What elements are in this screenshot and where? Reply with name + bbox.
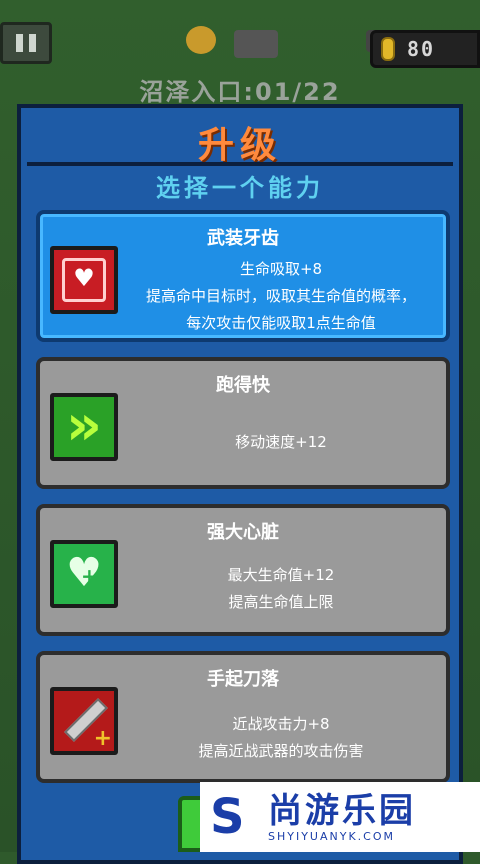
pause-icon <box>16 34 23 52</box>
panel-title: 升级 <box>197 125 282 166</box>
ability-stat: 近战攻击力+8 <box>232 715 330 733</box>
watermark: S 尚游乐园 SHYIYUANYK.COM <box>200 782 480 852</box>
ability-card-armed-fangs[interactable]: 武装牙齿 生命吸取+8 提高命中目标时，吸取其生命值的概率， 每次攻击仅能吸取1… <box>36 210 450 342</box>
fang-heart-icon <box>50 246 118 314</box>
ability-description: 生命吸取+8 提高命中目标时，吸取其生命值的概率， 每次攻击仅能吸取1点生命值 <box>120 256 442 337</box>
ability-detail: 提高生命值上限 <box>228 593 334 611</box>
ability-stat: 生命吸取+8 <box>239 260 323 278</box>
watermark-url: SHYIYUANYK.COM <box>268 829 395 843</box>
speed-arrow-icon <box>50 393 118 461</box>
ability-description: 最大生命值+12 提高生命值上限 <box>120 562 442 616</box>
title-divider <box>27 162 453 166</box>
pause-icon-bar <box>29 34 36 52</box>
watermark-logo: S <box>210 789 245 845</box>
ability-stat: 移动速度+12 <box>235 433 327 451</box>
heart-plus-icon: + <box>50 540 118 608</box>
ability-description: 移动速度+12 <box>120 429 442 456</box>
coin-count: 80 <box>407 37 436 61</box>
ability-card-run-fast[interactable]: 跑得快 移动速度+12 <box>36 357 450 489</box>
sword-plus-icon: + <box>50 687 118 755</box>
upgrade-panel: 升级 选择一个能力 武装牙齿 生命吸取+8 提高命中目标时，吸取其生命值的概率，… <box>17 104 463 864</box>
watermark-name: 尚游乐园 <box>268 790 416 831</box>
pause-button[interactable] <box>0 22 52 64</box>
ability-detail: 提高近战武器的攻击伤害 <box>198 742 364 760</box>
panel-subtitle: 选择一个能力 <box>156 174 324 202</box>
rock-decoration <box>234 30 278 58</box>
watermark-text: 尚游乐园 SHYIYUANYK.COM <box>268 792 416 843</box>
bush-decoration <box>186 26 216 54</box>
ability-card-strong-heart[interactable]: 强大心脏 + 最大生命值+12 提高生命值上限 <box>36 504 450 636</box>
level-progress-label: 沼泽入口:01/22 <box>139 78 341 106</box>
ability-detail: 每次攻击仅能吸取1点生命值 <box>186 314 376 332</box>
ability-description: 近战攻击力+8 提高近战武器的攻击伤害 <box>120 711 442 765</box>
ability-card-swift-blade[interactable]: 手起刀落 + 近战攻击力+8 提高近战武器的攻击伤害 <box>36 651 450 783</box>
ability-stat: 最大生命值+12 <box>227 566 335 584</box>
coin-counter: 80 <box>370 30 480 68</box>
ability-detail: 提高命中目标时，吸取其生命值的概率， <box>145 287 416 305</box>
coin-icon <box>381 37 395 61</box>
